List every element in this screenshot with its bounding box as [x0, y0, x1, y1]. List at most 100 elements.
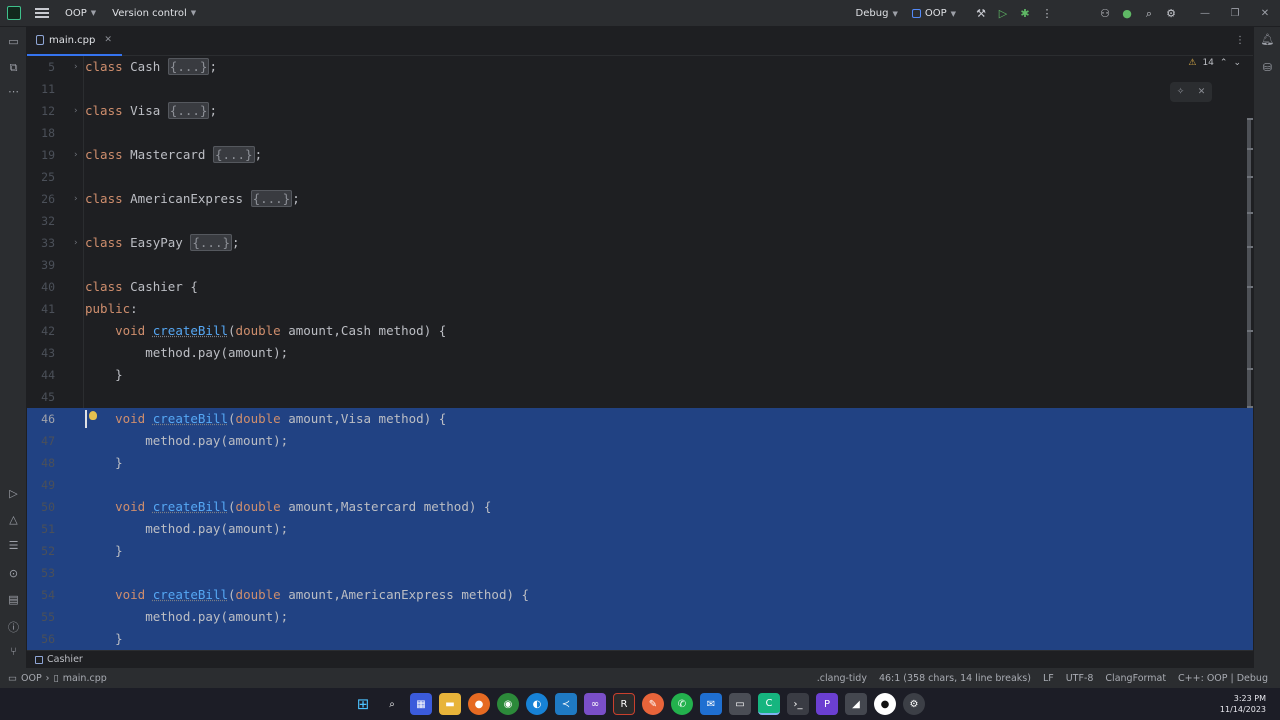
tab-options-icon[interactable]: ⋮ [1235, 35, 1245, 46]
main-menu-icon[interactable] [35, 0, 49, 27]
chrome-icon[interactable]: ◉ [497, 693, 519, 715]
code-line[interactable]: 56 } [27, 628, 1253, 650]
code-line[interactable]: 18 [27, 122, 1253, 144]
fold-chevron-icon[interactable]: › [73, 56, 78, 78]
app-icon[interactable]: ▭ [729, 693, 751, 715]
restore-icon[interactable]: ❐ [1220, 8, 1250, 19]
search-icon[interactable]: ⌕ [1138, 7, 1160, 21]
code-line[interactable]: 52 } [27, 540, 1253, 562]
code-line[interactable]: 48 } [27, 452, 1253, 474]
code-editor[interactable]: ⚠ 14 ⌃ ⌄ ✧ ✕ 5 › class Cash {...}; 11 12 › cla… [27, 56, 1253, 650]
code-line[interactable]: 25 [27, 166, 1253, 188]
status-project[interactable]: OOP [21, 673, 42, 684]
postman-icon[interactable]: ✎ [642, 693, 664, 715]
code-line[interactable]: 5 › class Cash {...}; [27, 56, 1253, 78]
fold-chevron-icon[interactable]: › [73, 232, 78, 254]
folded-region-placeholder[interactable]: {...} [250, 190, 293, 207]
code-line[interactable]: 51 method.pay(amount); [27, 518, 1253, 540]
terminal-icon[interactable]: ›_ [787, 693, 809, 715]
fold-chevron-icon[interactable]: › [73, 188, 78, 210]
minimize-icon[interactable]: — [1190, 8, 1220, 19]
jetbrains-app-icon[interactable]: P [816, 693, 838, 715]
code-line[interactable]: 45 [27, 386, 1253, 408]
windows-start-icon[interactable]: ⊞ [352, 693, 374, 715]
code-line[interactable]: 54 void createBill(double amount,America… [27, 584, 1253, 606]
code-line[interactable]: 55 method.pay(amount); [27, 606, 1253, 628]
project-folder-icon[interactable]: ▭ [0, 35, 27, 48]
settings-gear-icon[interactable]: ⚙ [1160, 7, 1182, 20]
visual-studio-icon[interactable]: ∞ [584, 693, 606, 715]
widgets-icon[interactable]: ▦ [410, 693, 432, 715]
code-line[interactable]: 49 [27, 474, 1253, 496]
code-line[interactable]: 33 › class EasyPay {...}; [27, 232, 1253, 254]
problems-icon[interactable]: △ [0, 513, 27, 526]
problems-info-icon[interactable]: ⓘ [0, 619, 27, 635]
linter-status[interactable]: .clang-tidy [817, 673, 867, 684]
code-line[interactable]: 53 [27, 562, 1253, 584]
code-line[interactable]: 39 [27, 254, 1253, 276]
more-tools-icon[interactable]: ⋯ [0, 85, 27, 98]
rider-icon[interactable]: R [613, 693, 635, 715]
run-tool-icon[interactable]: ▷ [0, 487, 27, 500]
clion-icon[interactable]: C [758, 693, 780, 715]
code-line[interactable]: 40 class Cashier { [27, 276, 1253, 298]
target-selector[interactable]: OOP ▼ [911, 8, 956, 19]
whatsapp-icon[interactable]: ✆ [671, 693, 693, 715]
breadcrumb-symbol[interactable]: Cashier [47, 654, 83, 665]
run-configuration-selector[interactable]: Debug ▼ [856, 8, 898, 19]
tab-main-cpp[interactable]: main.cpp ✕ [27, 27, 122, 56]
code-line[interactable]: 42 void createBill(double amount,Cash me… [27, 320, 1253, 342]
project-selector[interactable]: OOP ▼ [65, 8, 96, 19]
resolve-context[interactable]: C++: OOP | Debug [1178, 673, 1268, 684]
caret-position[interactable]: 46:1 (358 chars, 14 line breaks) [879, 673, 1031, 684]
code-line[interactable]: 11 [27, 78, 1253, 100]
code-line[interactable]: 46 void createBill(double amount,Visa me… [27, 408, 1253, 430]
code-line[interactable]: 43 method.pay(amount); [27, 342, 1253, 364]
code-line[interactable]: 12 › class Visa {...}; [27, 100, 1253, 122]
file-explorer-icon[interactable]: ▬ [439, 693, 461, 715]
firefox-icon[interactable]: ● [468, 693, 490, 715]
more-actions-icon[interactable]: ⋮ [1036, 7, 1058, 20]
vscode-icon[interactable]: ≺ [555, 693, 577, 715]
version-control-menu[interactable]: Version control ▼ [112, 8, 196, 19]
folded-region-placeholder[interactable]: {...} [190, 234, 233, 251]
code-line[interactable]: 41 public: [27, 298, 1253, 320]
fold-chevron-icon[interactable]: › [73, 100, 78, 122]
line-separator[interactable]: LF [1043, 673, 1054, 684]
terminal-icon[interactable]: ▤ [0, 593, 27, 606]
fold-chevron-icon[interactable]: › [73, 144, 78, 166]
mail-icon[interactable]: ✉ [700, 693, 722, 715]
app-circle-icon[interactable]: ● [874, 693, 896, 715]
line-number: 53 [41, 566, 55, 580]
database-icon[interactable]: ⛁ [1254, 61, 1280, 74]
git-icon[interactable]: ⑂ [0, 645, 27, 658]
debug-icon[interactable]: ✱ [1014, 7, 1036, 20]
todo-icon[interactable]: ☰ [0, 539, 27, 552]
code-line[interactable]: 50 void createBill(double amount,Masterc… [27, 496, 1253, 518]
services-icon[interactable]: ⊙ [0, 567, 27, 580]
code-line[interactable]: 47 method.pay(amount); [27, 430, 1253, 452]
code-line[interactable]: 32 [27, 210, 1253, 232]
system-clock[interactable]: 3:23 PM 11/14/2023 [1220, 693, 1266, 715]
close-tab-icon[interactable]: ✕ [104, 35, 112, 45]
structure-icon[interactable]: ⧉ [0, 61, 27, 75]
code-line[interactable]: 26 › class AmericanExpress {...}; [27, 188, 1253, 210]
folded-region-placeholder[interactable]: {...} [212, 146, 255, 163]
code-line[interactable]: 44 } [27, 364, 1253, 386]
folded-region-placeholder[interactable]: {...} [167, 102, 210, 119]
status-file[interactable]: main.cpp [63, 673, 107, 684]
formatter-status[interactable]: ClangFormat [1105, 673, 1166, 684]
file-encoding[interactable]: UTF-8 [1066, 673, 1094, 684]
code-line[interactable]: 19 › class Mastercard {...}; [27, 144, 1253, 166]
folded-region-placeholder[interactable]: {...} [167, 58, 210, 75]
build-hammer-icon[interactable]: ⚒ [970, 7, 992, 20]
run-icon[interactable]: ▷ [992, 7, 1014, 20]
notifications-icon[interactable]: 🔔︎ [1254, 33, 1280, 46]
settings-icon[interactable]: ⚙ [903, 693, 925, 715]
search-icon[interactable]: ⌕ [381, 693, 403, 715]
account-icon[interactable]: ⚇ [1094, 7, 1116, 20]
close-icon[interactable]: ✕ [1250, 8, 1280, 19]
edge-icon[interactable]: ◐ [526, 693, 548, 715]
camera-icon[interactable]: ◢ [845, 693, 867, 715]
ai-assistant-icon[interactable]: ● [1116, 7, 1138, 20]
